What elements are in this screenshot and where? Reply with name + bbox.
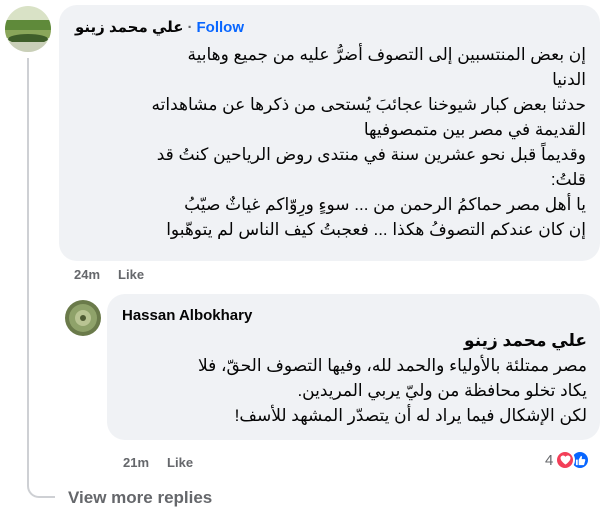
comment-header: علي محمد زينو · Follow xyxy=(75,18,245,37)
reply-bubble: Hassan Albokhary علي محمد زينو مصر ممتلئ… xyxy=(107,294,600,440)
reply-line: يكاد تخلو محافظة من وليّ يربي المريدين. xyxy=(297,381,587,400)
reply-header: Hassan Albokhary xyxy=(122,307,252,324)
comment-line: الدنيا xyxy=(552,70,586,89)
comment-line: وقديماً قبل نحو عشرين سنة في منتدى روض ا… xyxy=(156,145,586,164)
view-more-connector xyxy=(27,470,55,498)
reply-reactions[interactable]: 4 xyxy=(545,450,591,470)
thread-line xyxy=(27,58,29,478)
comment-actions: 24m Like xyxy=(74,267,144,282)
comment-text: إن بعض المنتسبين إلى التصوف أضرُّ عليه م… xyxy=(71,42,586,242)
comment-like-button[interactable]: Like xyxy=(118,267,144,282)
reply-actions: 21m Like xyxy=(123,455,193,470)
view-more-replies-link[interactable]: View more replies xyxy=(68,488,212,508)
comment-line: يا أهل مصر حماكمُ الرحمن من ... سوءٍ ورِ… xyxy=(184,195,586,214)
reply-line: لكن الإشكال فيما يراد له أن يتصدّر المشه… xyxy=(234,406,587,425)
reply-mention[interactable]: علي محمد زينو xyxy=(122,328,587,353)
comment-line: إن بعض المنتسبين إلى التصوف أضرُّ عليه م… xyxy=(187,45,586,64)
comment-line: حدثنا بعض كبار شيوخنا عجائبَ يُستحى من ذ… xyxy=(151,95,586,114)
reply-like-button[interactable]: Like xyxy=(167,455,193,470)
separator-dot: · xyxy=(187,18,193,36)
comment-author[interactable]: علي محمد زينو xyxy=(75,18,184,36)
comment-line: قلتُ: xyxy=(550,170,586,189)
reaction-count: 4 xyxy=(545,451,554,469)
reply-line: مصر ممتلئة بالأولياء والحمد لله، وفيها ا… xyxy=(198,356,587,375)
follow-button[interactable]: Follow xyxy=(197,19,245,36)
comment-bubble: علي محمد زينو · Follow إن بعض المنتسبين … xyxy=(59,5,600,261)
reply-text: علي محمد زينو مصر ممتلئة بالأولياء والحم… xyxy=(122,328,587,428)
comment-line: القديمة في مصر بين متمصوفيها xyxy=(363,120,586,139)
comment-time[interactable]: 24m xyxy=(74,267,100,282)
comment-line: إن كان عندكم التصوفُ هكذا ... فعجبتُ كيف… xyxy=(166,220,586,239)
reply-avatar[interactable] xyxy=(65,300,101,336)
reply-author[interactable]: Hassan Albokhary xyxy=(122,307,252,324)
reply-time[interactable]: 21m xyxy=(123,455,149,470)
commenter-avatar[interactable] xyxy=(5,6,51,52)
